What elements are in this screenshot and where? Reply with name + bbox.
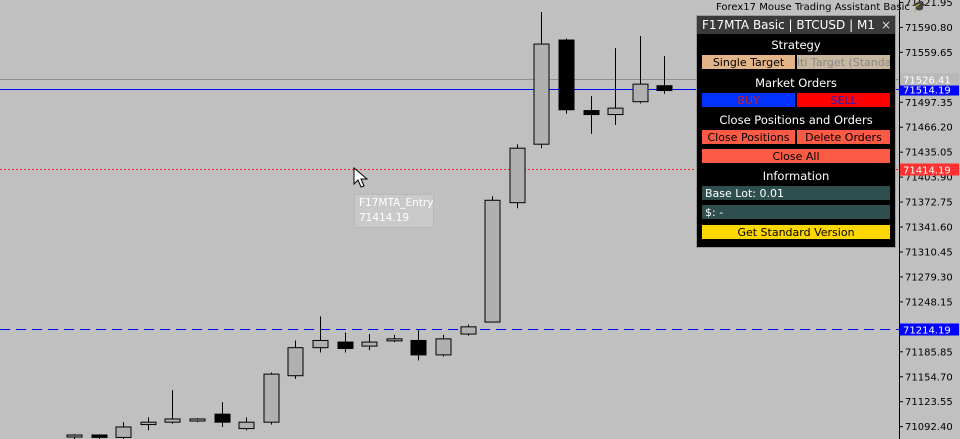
candle-body: [164, 418, 181, 423]
close-section-label: Close Positions and Orders: [719, 113, 873, 127]
close-icon[interactable]: ×: [881, 16, 891, 34]
candle-body: [337, 341, 354, 349]
candle-body: [533, 43, 550, 145]
candle-body: [656, 85, 673, 92]
panel-title: F17MTA Basic | BTCUSD | M1: [702, 18, 875, 32]
multi-target-button[interactable]: lti Target (Standa: [796, 54, 891, 70]
candle: [189, 418, 206, 423]
candle-body: [361, 341, 378, 347]
tooltip-line2: 71414.19: [359, 212, 410, 224]
market-orders-row: BUY SELL: [701, 92, 891, 108]
price-label: 71154.70: [905, 372, 953, 383]
mouse-cursor-icon: [353, 167, 369, 188]
information-label: Information: [762, 169, 830, 183]
candle: [263, 372, 280, 425]
candle: [214, 402, 231, 427]
price-label: 71559.65: [905, 48, 953, 59]
candle: [361, 334, 378, 351]
candle: [435, 334, 452, 357]
price-axis: 71621.9571590.8071559.6571528.5171497.35…: [899, 0, 959, 433]
strategy-label: Strategy: [771, 38, 821, 52]
price-label: 71590.80: [905, 23, 953, 34]
buy-button[interactable]: BUY: [701, 92, 796, 108]
price-tag-label: 71526.41: [903, 76, 951, 87]
candle: [484, 196, 501, 323]
candle-body: [312, 339, 329, 349]
candle: [164, 390, 181, 424]
panel-header[interactable]: F17MTA Basic | BTCUSD | M1 ×: [697, 16, 895, 34]
graduation-cap-icon: 🎓: [912, 0, 927, 13]
market-orders-label: Market Orders: [755, 76, 837, 90]
price-label: 71185.85: [905, 347, 953, 358]
indicator-title: Forex17 Mouse Trading Assistant Basic 🎓: [716, 0, 927, 13]
candle-body: [460, 326, 477, 335]
candle: [410, 330, 427, 361]
price-tag-label: 71414.19: [903, 166, 951, 177]
candle-body: [140, 421, 157, 426]
candle-body: [386, 338, 403, 342]
candle: [656, 56, 673, 94]
candle: [287, 340, 304, 379]
candle-body: [263, 373, 280, 423]
candle: [140, 417, 157, 431]
candle-body: [435, 338, 452, 356]
candle: [509, 144, 526, 209]
candle-body: [238, 421, 255, 430]
candle-body: [558, 39, 575, 111]
entry-tooltip: F17MTA_Entry 71414.19: [354, 194, 434, 228]
candle: [386, 334, 403, 343]
single-target-button[interactable]: Single Target: [701, 54, 796, 70]
close-positions-button[interactable]: Close Positions: [701, 129, 796, 145]
candle: [238, 417, 255, 431]
price-tag-label: 71214.19: [903, 326, 951, 337]
candle: [115, 422, 132, 439]
price-label: 71310.45: [905, 247, 953, 258]
close-all-button[interactable]: Close All: [701, 148, 891, 164]
price-label: 71248.15: [905, 297, 953, 308]
price-label: 71372.75: [905, 198, 953, 209]
candle-body: [410, 339, 427, 356]
candle-body: [583, 110, 600, 116]
candle-body: [66, 434, 83, 438]
price-label: 71466.20: [905, 123, 953, 134]
price-label: 71279.30: [905, 272, 953, 283]
candle: [337, 332, 354, 353]
strategy-row: Single Target lti Target (Standa: [701, 54, 891, 70]
sell-button[interactable]: SELL: [796, 92, 891, 108]
candle-body: [287, 347, 304, 377]
tooltip-line1: F17MTA_Entry: [359, 197, 434, 209]
candle: [583, 96, 600, 134]
candle: [66, 434, 83, 439]
price-label: 71341.60: [905, 223, 953, 234]
price-tag-label: 71514.19: [903, 86, 951, 97]
dollar-field: $: -: [701, 204, 891, 220]
candle-body: [509, 147, 526, 204]
candle: [533, 12, 550, 149]
candle-body: [214, 413, 231, 423]
get-standard-version-button[interactable]: Get Standard Version: [701, 224, 891, 240]
delete-orders-button[interactable]: Delete Orders: [796, 129, 891, 145]
candle: [460, 324, 477, 336]
trading-panel: F17MTA Basic | BTCUSD | M1 × Strategy Si…: [696, 15, 896, 248]
close-row: Close Positions Delete Orders: [701, 129, 891, 145]
indicator-title-text: Forex17 Mouse Trading Assistant Basic: [716, 2, 910, 13]
candle: [558, 38, 575, 114]
price-label: 71497.35: [905, 98, 953, 109]
candle: [312, 316, 329, 353]
candle-body: [115, 426, 132, 438]
price-label: 71435.05: [905, 148, 953, 159]
candle-body: [607, 107, 624, 116]
price-label: 71123.55: [905, 397, 953, 408]
candle-body: [189, 418, 206, 422]
base-lot-field: Base Lot: 0.01: [701, 185, 891, 201]
candle-body: [91, 434, 108, 438]
price-label: 71092.40: [905, 422, 953, 433]
candle: [91, 434, 108, 439]
candle-body: [484, 199, 501, 323]
candle-body: [632, 83, 649, 103]
candle: [607, 48, 624, 125]
candle: [632, 36, 649, 104]
